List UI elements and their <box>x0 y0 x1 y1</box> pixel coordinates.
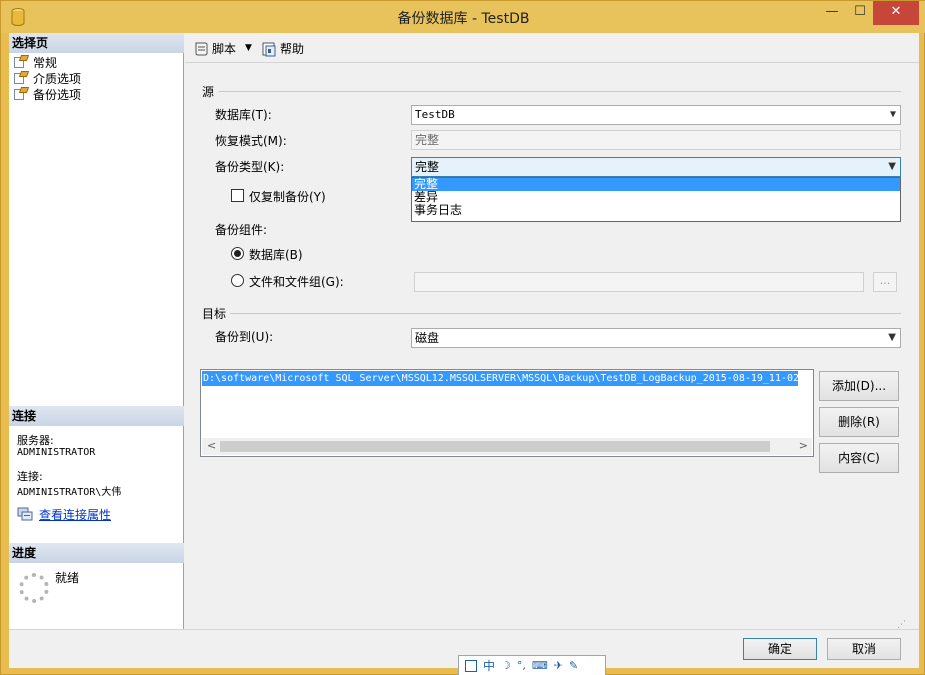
window-title: 备份数据库 - TestDB <box>397 11 530 27</box>
backup-component-label: 备份组件: <box>215 223 268 237</box>
backup-to-combo-value: 磁盘 <box>415 331 440 345</box>
backup-to-combo[interactable]: 磁盘 ▼ <box>411 328 901 348</box>
page-icon <box>13 71 30 85</box>
resize-grip-icon[interactable]: ⋰ <box>897 620 909 632</box>
destination-list[interactable]: D:\software\Microsoft SQL Server\MSSQL12… <box>200 369 814 457</box>
backup-type-option-log[interactable]: 事务日志 <box>412 204 900 217</box>
server-value: ADMINISTRATOR <box>17 447 96 458</box>
ok-button[interactable]: 确定 <box>743 638 817 660</box>
scroll-right-icon[interactable]: > <box>799 439 808 452</box>
punctuation-icon[interactable]: °, <box>517 659 526 672</box>
script-icon <box>195 42 208 55</box>
component-files-radio[interactable] <box>231 274 244 287</box>
connection-value: ADMINISTRATOR\大伟 <box>17 487 122 498</box>
page-icon <box>13 87 30 101</box>
ime-settings-icon[interactable]: ✈ <box>554 659 563 672</box>
keyboard-icon[interactable]: ⌨ <box>532 659 548 672</box>
progress-spinner-icon <box>19 573 49 603</box>
component-files-label: 文件和文件组(G): <box>249 275 344 289</box>
page-item-label: 常规 <box>33 55 58 70</box>
general-page-content: 源 数据库(T): TestDB ▼ 恢复模式(M): 完整 备份类型(K): … <box>185 64 919 629</box>
dialog-window: 备份数据库 - TestDB — ☐ ✕ 选择页 常规 介质选项 备份选项 连接… <box>0 0 925 675</box>
ime-tools-icon[interactable]: ✎ <box>569 659 578 672</box>
database-label: 数据库(T): <box>215 108 272 122</box>
component-database-label: 数据库(B) <box>249 248 303 262</box>
scroll-left-icon[interactable]: < <box>207 439 216 452</box>
maximize-button[interactable]: ☐ <box>847 1 873 25</box>
scroll-thumb[interactable] <box>220 441 770 452</box>
files-filegroups-field <box>414 272 864 292</box>
toolbar: 脚本 ▼ 帮助 <box>185 33 919 63</box>
close-button[interactable]: ✕ <box>873 1 919 25</box>
connection-properties-icon <box>17 507 33 521</box>
component-database-radio[interactable] <box>231 247 244 260</box>
left-panel: 选择页 常规 介质选项 备份选项 连接 服务器: ADMINISTRATOR 连… <box>9 33 184 629</box>
copy-only-checkbox[interactable] <box>231 189 244 202</box>
copy-only-label: 仅复制备份(Y) <box>249 190 326 204</box>
backup-type-option-differential[interactable]: 差异 <box>412 191 900 204</box>
progress-status: 就绪 <box>55 571 80 585</box>
recovery-model-field: 完整 <box>411 130 901 150</box>
contents-button[interactable]: 内容(C) <box>819 443 899 473</box>
cancel-button[interactable]: 取消 <box>827 638 901 660</box>
moon-icon[interactable]: ☽ <box>501 659 511 672</box>
chevron-down-icon: ▼ <box>889 109 896 120</box>
minimize-button[interactable]: — <box>817 1 847 25</box>
ime-logo-icon[interactable] <box>465 659 477 672</box>
remove-destination-button[interactable]: 删除(R) <box>819 407 899 437</box>
server-label: 服务器: <box>17 434 54 447</box>
source-group-divider <box>219 91 901 92</box>
files-browse-button: ... <box>873 272 897 292</box>
progress-header: 进度 <box>9 543 184 563</box>
backup-type-combo[interactable]: 完整 ▼ <box>411 157 901 177</box>
backup-type-option-full[interactable]: 完整 <box>412 178 900 191</box>
script-button[interactable]: 脚本 <box>193 40 236 57</box>
page-item-label: 介质选项 <box>33 71 82 86</box>
destination-group-divider <box>230 313 901 314</box>
backup-type-combo-value: 完整 <box>415 160 440 174</box>
chevron-down-icon: ▼ <box>888 161 896 172</box>
destination-path-row[interactable]: D:\software\Microsoft SQL Server\MSSQL12… <box>202 371 798 386</box>
connection-header: 连接 <box>9 406 184 426</box>
title-bar[interactable]: 备份数据库 - TestDB — ☐ ✕ <box>1 1 925 33</box>
page-item-media-options[interactable]: 介质选项 <box>13 70 81 86</box>
page-item-general[interactable]: 常规 <box>13 54 57 70</box>
help-button[interactable]: 帮助 <box>261 40 304 57</box>
dialog-client: 选择页 常规 介质选项 备份选项 连接 服务器: ADMINISTRATOR 连… <box>9 33 919 668</box>
connection-label: 连接: <box>17 470 43 483</box>
backup-type-dropdown-list[interactable]: 完整 差异 事务日志 <box>411 177 901 222</box>
add-destination-button[interactable]: 添加(D)... <box>819 371 899 401</box>
script-label: 脚本 <box>212 42 237 56</box>
page-item-label: 备份选项 <box>33 87 82 102</box>
ime-mode-toggle[interactable]: 中 <box>483 657 495 674</box>
script-dropdown-arrow[interactable]: ▼ <box>245 43 252 53</box>
recovery-model-value: 完整 <box>415 133 440 147</box>
horizontal-scrollbar[interactable]: < > <box>202 438 812 455</box>
source-group-label: 源 <box>202 85 215 99</box>
backup-to-label: 备份到(U): <box>215 330 274 344</box>
ime-toolbar: 中 ☽ °, ⌨ ✈ ✎ <box>458 655 606 675</box>
backup-type-label: 备份类型(K): <box>215 160 285 174</box>
chevron-down-icon: ▼ <box>888 332 896 343</box>
select-page-header: 选择页 <box>9 33 184 53</box>
database-combo-value: TestDB <box>415 108 455 121</box>
page-item-backup-options[interactable]: 备份选项 <box>13 86 81 102</box>
recovery-model-label: 恢复模式(M): <box>215 134 287 148</box>
help-icon <box>262 42 276 56</box>
database-combo[interactable]: TestDB ▼ <box>411 105 901 125</box>
view-connection-properties-link[interactable]: 查看连接属性 <box>39 506 111 523</box>
help-label: 帮助 <box>280 42 305 56</box>
page-icon <box>13 55 30 69</box>
destination-group-label: 目标 <box>202 307 227 321</box>
